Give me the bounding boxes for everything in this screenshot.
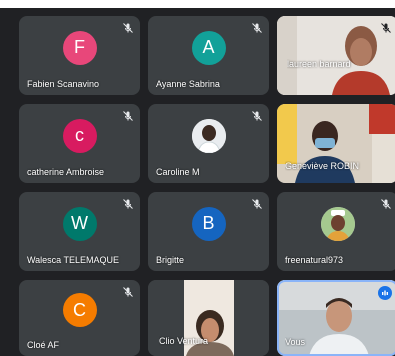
participant-name: Cloé AF (27, 340, 60, 350)
avatar: F (62, 30, 97, 65)
video-feed (277, 16, 395, 95)
participant-name: Brigitte (156, 255, 185, 265)
participant-name: Walesca TELEMAQUE (27, 255, 120, 265)
avatar: C (62, 293, 97, 328)
participant-tile[interactable]: Vous (277, 280, 395, 356)
avatar: W (62, 206, 97, 241)
participant-name: Clio Ventura (159, 336, 209, 346)
participant-tile[interactable]: B Brigitte (148, 192, 269, 271)
speaking-indicator-icon (378, 286, 392, 300)
participant-name: Caroline M (156, 167, 200, 177)
avatar (320, 206, 355, 241)
profile-photo (320, 206, 355, 241)
avatar: A (191, 30, 226, 65)
avatar (191, 118, 226, 153)
participant-tile[interactable]: W Walesca TELEMAQUE (19, 192, 140, 271)
participant-tile[interactable]: C Cloé AF (19, 280, 140, 356)
mic-off-icon (381, 199, 391, 209)
participant-name: laureen barnard (287, 59, 351, 69)
avatar: B (191, 206, 226, 241)
participant-name: Geneviève ROBIN (285, 161, 360, 171)
mic-off-icon (123, 23, 133, 33)
mic-off-icon (123, 287, 133, 297)
mic-off-icon (252, 111, 262, 121)
mic-off-icon (123, 111, 133, 121)
participant-tile[interactable]: Caroline M (148, 104, 269, 183)
participant-name: Vous (285, 337, 306, 347)
participant-tile[interactable]: F Fabien Scanavino (19, 16, 140, 95)
mic-off-icon (381, 23, 391, 33)
participant-name: catherine Ambroise (27, 167, 105, 177)
participant-name: Fabien Scanavino (27, 79, 100, 89)
participant-name: freenatural973 (285, 255, 344, 265)
participant-grid: F Fabien Scanavino A Ayanne Sabrina laur… (0, 0, 395, 356)
video-feed (277, 104, 395, 183)
participant-tile[interactable]: laureen barnard (277, 16, 395, 95)
participant-tile[interactable]: Geneviève ROBIN (277, 104, 395, 183)
mic-off-icon (252, 23, 262, 33)
mic-off-icon (123, 199, 133, 209)
profile-photo (191, 118, 226, 153)
participant-tile[interactable]: A Ayanne Sabrina (148, 16, 269, 95)
participant-tile[interactable]: Clio Ventura (148, 280, 269, 356)
participant-tile[interactable]: c catherine Ambroise (19, 104, 140, 183)
avatar: c (62, 118, 97, 153)
participant-tile[interactable]: freenatural973 (277, 192, 395, 271)
participant-name: Ayanne Sabrina (156, 79, 220, 89)
mic-off-icon (252, 199, 262, 209)
